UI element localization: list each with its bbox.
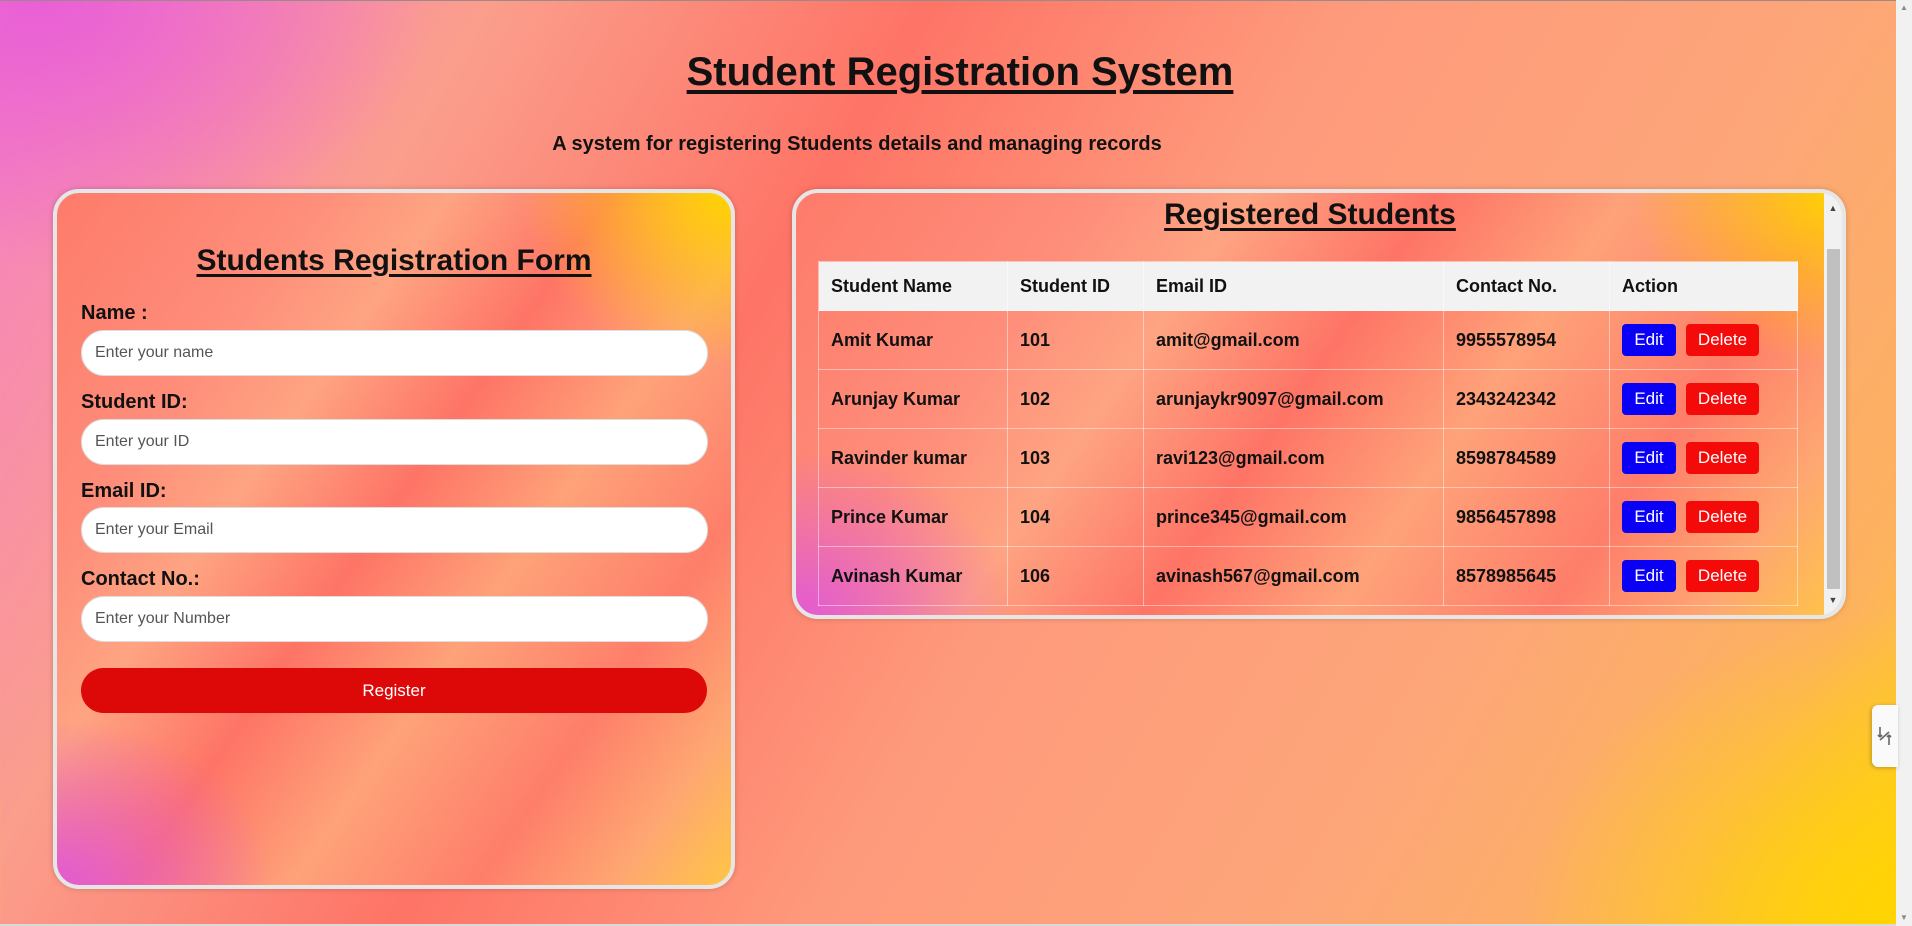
registered-students-card: Registered Students Student Name Student… xyxy=(792,189,1846,619)
edit-button[interactable]: Edit xyxy=(1622,383,1676,415)
edit-button[interactable]: Edit xyxy=(1622,560,1676,592)
cell-contact: 2343242342 xyxy=(1443,369,1610,429)
student-id-input[interactable] xyxy=(81,419,708,465)
cell-contact: 8598784589 xyxy=(1443,428,1610,488)
cell-student-name: Amit Kumar xyxy=(818,310,1008,370)
email-label: Email ID: xyxy=(81,480,167,502)
students-table-wrapper: Student Name Student ID Email ID Contact… xyxy=(818,261,1798,606)
edit-button[interactable]: Edit xyxy=(1622,324,1676,356)
table-row: Avinash Kumar 106 avinash567@gmail.com 8… xyxy=(818,546,1798,606)
cell-actions: Edit Delete xyxy=(1609,369,1798,429)
contact-input[interactable] xyxy=(81,596,708,642)
cell-email: prince345@gmail.com xyxy=(1143,487,1444,547)
cell-contact: 9856457898 xyxy=(1443,487,1610,547)
cell-student-name: Ravinder kumar xyxy=(818,428,1008,488)
page-scroll-down-icon[interactable]: ▼ xyxy=(1896,910,1912,926)
contact-label: Contact No.: xyxy=(81,568,200,590)
students-scrollbar[interactable]: ▲ ▼ xyxy=(1824,193,1842,615)
students-table: Student Name Student ID Email ID Contact… xyxy=(818,261,1798,606)
cell-student-id: 104 xyxy=(1007,487,1144,547)
name-input[interactable] xyxy=(81,330,708,376)
column-header-action: Action xyxy=(1609,261,1798,311)
edit-button[interactable]: Edit xyxy=(1622,501,1676,533)
cell-email: amit@gmail.com xyxy=(1143,310,1444,370)
page-scrollbar[interactable]: ▲ ▼ xyxy=(1896,0,1912,926)
column-header-contact-no: Contact No. xyxy=(1443,261,1610,311)
table-row: Prince Kumar 104 prince345@gmail.com 985… xyxy=(818,487,1798,547)
collapse-arrows-icon xyxy=(1877,727,1892,745)
cell-actions: Edit Delete xyxy=(1609,546,1798,606)
delete-button[interactable]: Delete xyxy=(1686,560,1759,592)
table-row: Ravinder kumar 103 ravi123@gmail.com 859… xyxy=(818,428,1798,488)
column-header-student-id: Student ID xyxy=(1007,261,1144,311)
name-label: Name : xyxy=(81,302,148,324)
page-scroll-up-icon[interactable]: ▲ xyxy=(1896,0,1912,16)
scroll-thumb[interactable] xyxy=(1827,249,1840,589)
cell-actions: Edit Delete xyxy=(1609,310,1798,370)
cell-student-name: Prince Kumar xyxy=(818,487,1008,547)
delete-button[interactable]: Delete xyxy=(1686,324,1759,356)
delete-button[interactable]: Delete xyxy=(1686,442,1759,474)
side-widget-button[interactable] xyxy=(1872,705,1898,767)
page-subtitle: A system for registering Students detail… xyxy=(552,133,1162,155)
cell-student-id: 103 xyxy=(1007,428,1144,488)
scroll-up-arrow-icon[interactable]: ▲ xyxy=(1824,199,1842,217)
cell-email: arunjaykr9097@gmail.com xyxy=(1143,369,1444,429)
student-id-label: Student ID: xyxy=(81,391,188,413)
edit-button[interactable]: Edit xyxy=(1622,442,1676,474)
cell-actions: Edit Delete xyxy=(1609,428,1798,488)
delete-button[interactable]: Delete xyxy=(1686,501,1759,533)
window-top-border xyxy=(0,0,1896,1)
delete-button[interactable]: Delete xyxy=(1686,383,1759,415)
cell-student-id: 106 xyxy=(1007,546,1144,606)
table-row: Arunjay Kumar 102 arunjaykr9097@gmail.co… xyxy=(818,369,1798,429)
table-header-row: Student Name Student ID Email ID Contact… xyxy=(818,261,1798,311)
cell-student-name: Avinash Kumar xyxy=(818,546,1008,606)
page-title: Student Registration System xyxy=(686,50,1234,94)
scroll-down-arrow-icon[interactable]: ▼ xyxy=(1824,591,1842,609)
register-button[interactable]: Register xyxy=(81,668,707,713)
column-header-email-id: Email ID xyxy=(1143,261,1444,311)
cell-student-id: 101 xyxy=(1007,310,1144,370)
cell-student-id: 102 xyxy=(1007,369,1144,429)
cell-contact: 8578985645 xyxy=(1443,546,1610,606)
cell-email: avinash567@gmail.com xyxy=(1143,546,1444,606)
registration-form-card: Students Registration Form Name : Studen… xyxy=(53,189,735,889)
cell-email: ravi123@gmail.com xyxy=(1143,428,1444,488)
cell-contact: 9955578954 xyxy=(1443,310,1610,370)
email-input[interactable] xyxy=(81,507,708,553)
form-title: Students Registration Form xyxy=(196,244,592,277)
table-row: Amit Kumar 101 amit@gmail.com 9955578954… xyxy=(818,310,1798,370)
cell-actions: Edit Delete xyxy=(1609,487,1798,547)
students-title: Registered Students xyxy=(1164,198,1456,231)
cell-student-name: Arunjay Kumar xyxy=(818,369,1008,429)
column-header-student-name: Student Name xyxy=(818,261,1008,311)
